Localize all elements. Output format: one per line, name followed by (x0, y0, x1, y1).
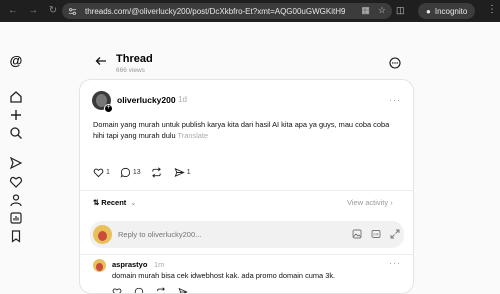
reply-input[interactable] (118, 226, 318, 243)
post-body: Domain yang murah untuk publish karya ki… (93, 120, 390, 140)
forward-nav-icon[interactable]: → (26, 4, 40, 18)
svg-text:GIF: GIF (373, 233, 380, 237)
saved-bookmark-icon[interactable] (9, 229, 23, 243)
search-icon[interactable] (9, 126, 23, 140)
reply-count: 13 (132, 169, 141, 176)
repost-button[interactable] (151, 167, 164, 178)
reply-button[interactable]: 13 (120, 167, 141, 178)
original-post: + oliverlucky200 1d ··· Domain yang mura… (80, 80, 413, 188)
threads-logo-icon[interactable]: @ (9, 54, 23, 68)
comment-more-icon[interactable]: ··· (389, 258, 401, 268)
reload-icon[interactable]: ↻ (46, 4, 60, 18)
my-avatar (93, 225, 112, 244)
divider (80, 254, 413, 255)
comment-text: domain murah bisa cek idwebhost kak. ada… (112, 271, 336, 280)
comment-avatar[interactable] (93, 259, 106, 272)
comment-repost-icon[interactable] (156, 287, 166, 294)
post-username[interactable]: oliverlucky200 (117, 95, 176, 105)
extensions-icon[interactable]: ◫ (396, 5, 405, 16)
share-button[interactable]: 1 (174, 167, 191, 178)
comment-icon (120, 167, 130, 178)
post-text: Domain yang murah untuk publish karya ki… (93, 119, 393, 141)
heart-activity-icon[interactable] (9, 175, 23, 189)
post-actions: 1 13 1 (93, 167, 201, 178)
thread-card: + oliverlucky200 1d ··· Domain yang mura… (79, 79, 414, 294)
comment-username[interactable]: asprastyo (112, 260, 147, 269)
comment-actions (112, 287, 188, 294)
send-icon[interactable] (9, 156, 23, 170)
incognito-label: Incognito (434, 6, 468, 16)
profile-icon[interactable] (9, 193, 23, 207)
chevron-right-icon: › (390, 198, 393, 207)
follow-plus-icon[interactable]: + (104, 104, 113, 113)
like-button[interactable]: 1 (93, 167, 110, 178)
reply-composer[interactable]: GIF (90, 221, 404, 248)
translate-link[interactable]: Translate (178, 131, 209, 140)
view-count: 666 views (116, 67, 145, 74)
create-plus-icon[interactable] (9, 108, 23, 122)
comment-reply-icon[interactable] (134, 287, 144, 294)
incognito-indicator[interactable]: ● Incognito (418, 3, 476, 19)
repost-icon (151, 167, 161, 178)
share-send-icon (174, 167, 185, 178)
sort-dropdown[interactable]: ⇅ Recent ⌄ (93, 198, 136, 207)
like-count: 1 (106, 169, 110, 176)
thread-header: Thread 666 views (90, 50, 410, 80)
view-activity-label: View activity (347, 198, 389, 207)
comment-like-icon[interactable] (112, 287, 122, 294)
reply-item: asprastyo 1m ··· domain murah bisa cek i… (80, 257, 413, 294)
back-nav-icon[interactable]: ← (6, 4, 20, 18)
post-more-icon[interactable]: ··· (389, 95, 401, 105)
browser-menu-icon[interactable]: ⋮ (487, 4, 497, 15)
chevron-down-icon: ⌄ (130, 199, 137, 207)
post-time[interactable]: 1d (178, 95, 187, 104)
replies-sort-bar: ⇅ Recent ⌄ View activity › (80, 191, 413, 217)
site-info-icon[interactable] (68, 7, 77, 16)
incognito-icon: ● (426, 6, 431, 16)
comment-share-icon[interactable] (178, 287, 188, 294)
page-title: Thread (116, 53, 153, 65)
bookmark-star-icon[interactable]: ☆ (378, 5, 386, 16)
translate-page-icon[interactable]: ▦ (361, 5, 370, 16)
url-text: threads.com/@oliverlucky200/post/DcXkbfr… (85, 6, 345, 16)
back-arrow-icon[interactable] (95, 54, 107, 66)
browser-toolbar: ← → ↻ threads.com/@oliverlucky200/post/D… (0, 0, 500, 22)
gif-icon[interactable]: GIF (371, 229, 381, 239)
comment-time[interactable]: 1m (154, 260, 164, 269)
image-attach-icon[interactable] (352, 229, 362, 239)
heart-icon (93, 168, 104, 178)
threads-page: @ Thread 666 views + oliverlucky200 1d ·… (0, 22, 500, 294)
share-count: 1 (186, 169, 191, 176)
address-bar[interactable]: threads.com/@oliverlucky200/post/DcXkbfr… (62, 3, 392, 19)
expand-icon[interactable] (390, 229, 400, 239)
insights-icon[interactable] (9, 211, 23, 225)
view-activity-link[interactable]: View activity › (347, 198, 393, 207)
sidebar: @ (0, 22, 32, 289)
home-icon[interactable] (9, 90, 23, 104)
sort-label: Recent (101, 198, 127, 207)
more-options-icon[interactable] (389, 56, 401, 69)
sort-arrows-icon: ⇅ (93, 198, 100, 207)
